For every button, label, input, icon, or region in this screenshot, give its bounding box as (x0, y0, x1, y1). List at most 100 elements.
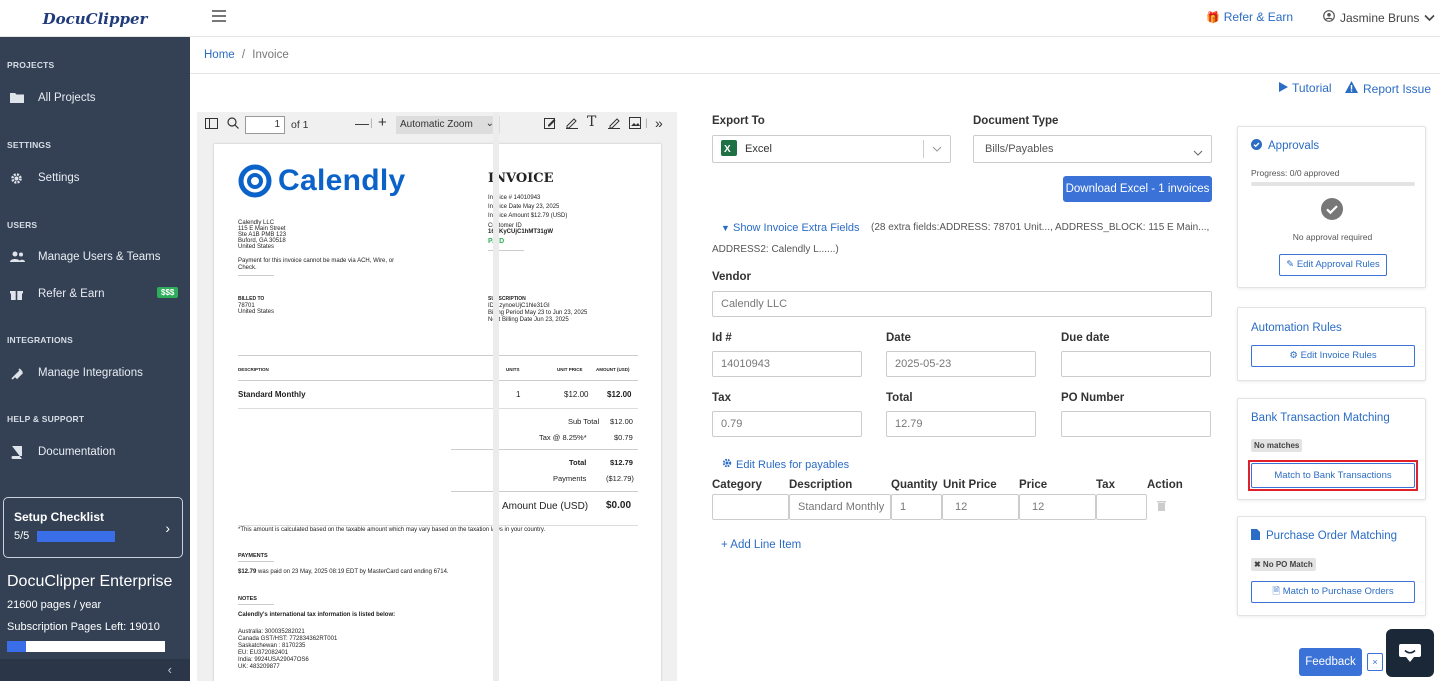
line-tax-input[interactable] (1096, 494, 1147, 520)
vendor-input[interactable]: Calendly LLC (712, 291, 1212, 317)
total-value: $12.79 (610, 458, 633, 467)
match-bank-transactions-button[interactable]: Match to Bank Transactions (1251, 463, 1415, 488)
billing-period: Billing Period May 23 to Jun 23, 2025 (488, 310, 588, 316)
bank-match-status: No matches (1251, 439, 1303, 452)
draw-icon[interactable] (608, 117, 620, 132)
sidebar-item-label: Manage Users & Teams (38, 251, 161, 263)
page-total: of 1 (291, 119, 309, 131)
search-icon[interactable] (227, 117, 239, 132)
divider (190, 73, 1440, 74)
line-price-input[interactable]: 12 (1019, 494, 1096, 520)
edit-invoice-rules-button[interactable]: ⚙ Edit Invoice Rules (1251, 345, 1415, 367)
divider (238, 408, 638, 409)
payment-amount: $12.79 (238, 569, 257, 575)
invoice-amount: Invoice Amount $12.79 (USD) (488, 213, 568, 219)
document-icon: 🗎 (1272, 586, 1281, 597)
line-category-input[interactable] (712, 494, 789, 520)
book-icon (10, 446, 24, 459)
refer-earn-link[interactable]: 🎁 Refer & Earn (1206, 10, 1293, 24)
pen-icon[interactable] (566, 117, 578, 132)
line-unit-price-input[interactable]: 12 (942, 494, 1019, 520)
po-matching-title-text: Purchase Order Matching (1266, 530, 1398, 542)
col-unit-price: Unit Price (943, 479, 997, 491)
user-menu[interactable]: Jasmine Bruns (1323, 10, 1435, 25)
edit-rules-link[interactable]: Edit Rules for payables (722, 458, 849, 471)
billed-to-label: BILLED TO (238, 296, 265, 302)
sidebar-item-refer-earn[interactable]: Refer & Earn (10, 288, 104, 300)
collapse-sidebar-button[interactable]: ‹ (0, 659, 190, 681)
payments-heading: PAYMENTS (238, 553, 268, 559)
sidebar-toggle-icon[interactable] (205, 118, 218, 132)
image-icon[interactable] (629, 117, 641, 132)
highlight-icon[interactable] (544, 117, 556, 132)
chat-widget-button[interactable] (1386, 629, 1434, 677)
divider (451, 449, 638, 450)
tutorial-link[interactable]: Tutorial (1278, 81, 1332, 95)
zoom-select[interactable]: Automatic Zoom ⌄ (396, 116, 500, 134)
show-extra-fields-link[interactable]: ▼ Show Invoice Extra Fields (721, 222, 860, 234)
col-amount: AMOUNT (USD) (596, 367, 630, 372)
extra-fields-summary-2: ADDRESS2: Calendly L......) (712, 244, 839, 255)
zoom-select-value: Automatic Zoom (400, 119, 473, 130)
notes-heading: NOTES (238, 596, 257, 602)
next-billing-date: Next Billing Date Jun 23, 2025 (488, 317, 569, 323)
line-description-input[interactable]: Standard Monthly (789, 494, 891, 520)
id-input[interactable]: 14010943 (712, 351, 862, 377)
trash-icon[interactable] (1157, 500, 1166, 514)
users-icon (10, 251, 25, 263)
text-tool-icon[interactable]: T (587, 114, 596, 130)
payment-note: Payment for this invoice cannot be made … (238, 258, 395, 264)
page-number-input[interactable]: 1 (245, 116, 285, 134)
app-logo[interactable]: DocuClipper (0, 0, 190, 37)
divider (451, 491, 638, 492)
chevron-down-icon (1424, 11, 1435, 25)
payment-description: was paid on 23 May, 2025 08:19 EDT by Ma… (258, 569, 449, 575)
sidebar-item-manage-users[interactable]: Manage Users & Teams (10, 251, 161, 263)
zoom-out-button[interactable]: — (355, 115, 369, 131)
sidebar-item-label: All Projects (38, 92, 96, 104)
sidebar-item-all-projects[interactable]: All Projects (10, 92, 96, 104)
match-purchase-orders-button[interactable]: 🗎 Match to Purchase Orders (1251, 581, 1415, 603)
sidebar: PROJECTS All Projects SETTINGS Settings … (0, 37, 190, 681)
due-date-input[interactable] (1061, 351, 1211, 377)
bank-matching-panel: Bank Transaction Matching No matches Mat… (1237, 398, 1426, 500)
toolbar-separator: | (370, 117, 373, 129)
menu-icon[interactable] (212, 10, 226, 24)
setup-checklist-card[interactable]: Setup Checklist 5/5 › (3, 497, 183, 558)
document-type-label: Document Type (973, 115, 1059, 127)
report-issue-link[interactable]: Report Issue (1345, 81, 1431, 96)
document-type-select[interactable]: Bills/Payables (973, 135, 1212, 163)
edit-approval-rules-button[interactable]: ✎ Edit Approval Rules (1279, 254, 1387, 276)
breadcrumb-home[interactable]: Home (204, 49, 235, 61)
breadcrumb: Home / Invoice (204, 49, 289, 61)
add-line-item-button[interactable]: + Add Line Item (721, 539, 801, 551)
tax-input[interactable]: 0.79 (712, 411, 862, 437)
gear-icon (10, 172, 24, 184)
play-icon (1278, 81, 1288, 95)
feedback-button[interactable]: Feedback (1299, 648, 1362, 676)
sidebar-item-label: Settings (38, 172, 80, 184)
automation-title: Automation Rules (1251, 322, 1342, 334)
date-input[interactable]: 2025-05-23 (886, 351, 1036, 377)
excel-icon: X (721, 139, 737, 159)
more-tools-icon[interactable]: » (655, 115, 663, 131)
document-icon (1251, 529, 1260, 543)
po-number-input[interactable] (1061, 411, 1211, 437)
total-input[interactable]: 12.79 (886, 411, 1036, 437)
svg-text:X: X (724, 144, 731, 155)
due-date-label: Due date (1061, 332, 1110, 344)
sidebar-item-integrations[interactable]: Manage Integrations (10, 367, 143, 380)
top-bar: DocuClipper 🎁 Refer & Earn Jasmine Bruns (0, 0, 1440, 37)
zoom-in-button[interactable]: + (378, 114, 387, 131)
close-feedback-button[interactable]: × (1367, 653, 1383, 671)
resize-handle[interactable] (493, 112, 499, 681)
tutorial-label: Tutorial (1292, 81, 1332, 95)
chevron-down-icon (932, 143, 942, 155)
export-to-select[interactable]: X Excel (712, 135, 951, 163)
download-excel-button[interactable]: Download Excel - 1 invoices (1063, 176, 1212, 202)
tax-id-line: Australia: 300035282021 (238, 629, 305, 635)
line-quantity-input[interactable]: 1 (891, 494, 942, 520)
sidebar-item-documentation[interactable]: Documentation (10, 446, 115, 459)
sidebar-item-settings[interactable]: Settings (10, 172, 80, 184)
sidebar-item-label: Manage Integrations (38, 367, 143, 379)
